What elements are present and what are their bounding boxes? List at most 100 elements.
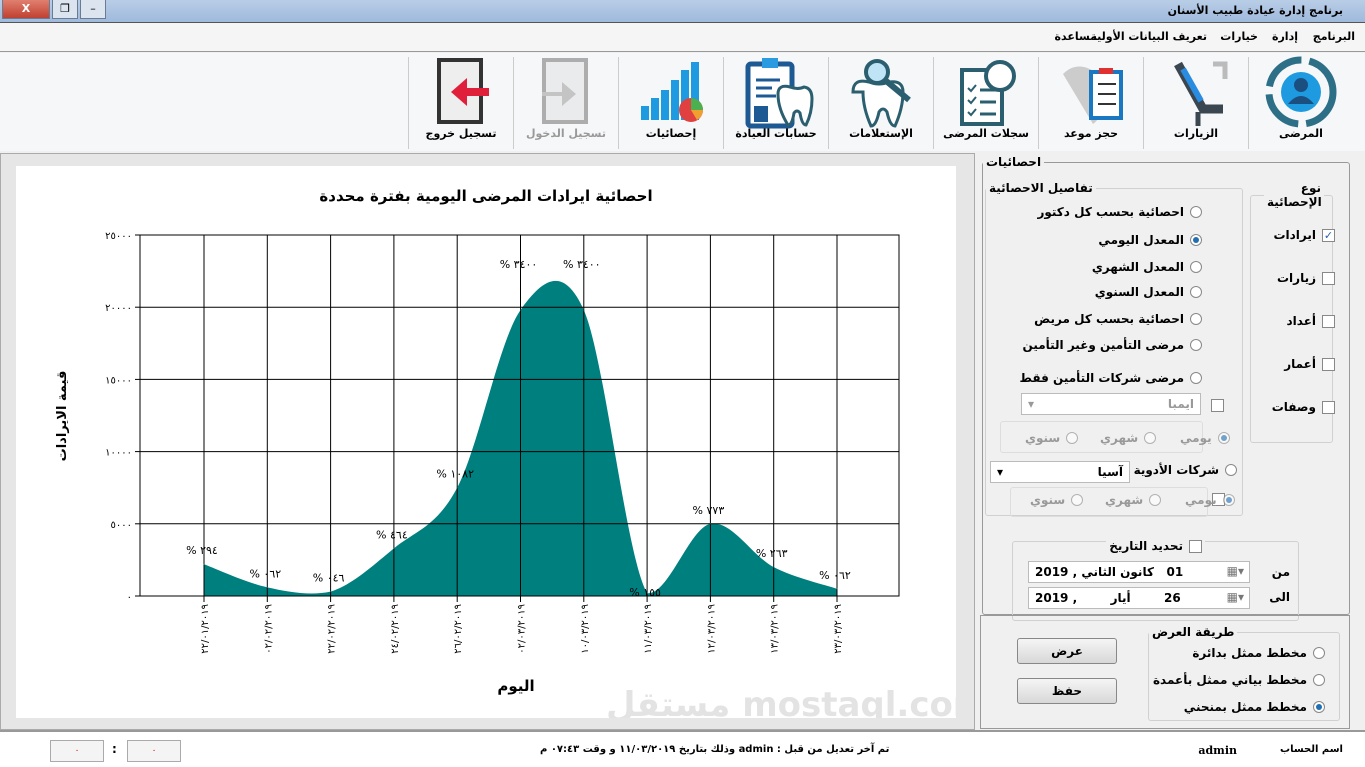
display-label: مخطط بياني ممثل بأعمدة (1152, 673, 1307, 687)
toolbar-button-patient-records[interactable]: سجلات المرضى (933, 57, 1038, 149)
stat-type-checkbox[interactable] (1322, 400, 1335, 414)
menu-admin[interactable]: إدارة (1272, 30, 1298, 43)
menu-initial-data[interactable]: تعريف البيانات الأولية (1091, 30, 1208, 43)
stat-detail-label: مرضى التأمين وغير التأمين (1022, 338, 1184, 352)
insurance-company-select[interactable]: ايمبا ▾ (1021, 393, 1201, 415)
stat-detail-radio[interactable] (1190, 261, 1202, 273)
stat-detail-radio[interactable] (1190, 206, 1202, 218)
stat-detail-radio[interactable] (1190, 234, 1202, 246)
toolbar-button-clinic-accounts[interactable]: حسابات العيادة (723, 57, 828, 149)
save-button[interactable]: حفظ (1017, 678, 1117, 704)
menu-program[interactable]: البرنامج (1313, 30, 1355, 43)
date-filter-toggle[interactable]: تحديد التاريخ (1106, 539, 1205, 553)
period-radio[interactable] (1071, 494, 1084, 506)
menu-help[interactable]: مساعدة (1055, 30, 1098, 43)
display-radio[interactable] (1313, 674, 1325, 686)
display-radio[interactable] (1313, 701, 1325, 713)
data-point (709, 523, 711, 525)
close-button[interactable]: X (2, 0, 50, 19)
period-option-2[interactable]: سنوي (1030, 493, 1084, 507)
toolbar-button-tooth-search[interactable]: الإستعلامات (828, 57, 933, 149)
toolbar: المرضى الزيارات حجز موعد سجلات المرضى الإستع… (0, 53, 1365, 151)
stat-type-label: وصفات (1271, 400, 1316, 414)
toolbar-button-logout[interactable]: تسجيل خروج (408, 57, 513, 149)
restore-button[interactable]: ❐ (52, 0, 78, 19)
to-label: الى (1269, 590, 1290, 604)
stat-type-checkbox[interactable] (1322, 357, 1335, 371)
date-filter-checkbox[interactable] (1189, 539, 1202, 553)
last-edit-info: تم آخر تعديل من قبل : admin وذلك بتاريخ … (540, 744, 890, 755)
patient-records-icon (946, 57, 1026, 127)
toolbar-button-patients[interactable]: المرضى (1248, 56, 1353, 149)
toolbar-button-login[interactable]: تسجيل الدخول (513, 57, 618, 149)
display-option[interactable]: مخطط بياني ممثل بأعمدة (1153, 673, 1325, 687)
minimize-button[interactable]: – (80, 0, 106, 19)
stat-detail-option[interactable]: احصائية بحسب كل مريض (1034, 312, 1202, 326)
show-button[interactable]: عرض (1017, 638, 1117, 664)
calendar-icon: ▦▾ (1226, 564, 1244, 578)
stat-detail-option[interactable]: مرضى التأمين وغير التأمين (1023, 338, 1202, 352)
period-radio[interactable] (1217, 432, 1230, 444)
title-bar: برنامج إدارة عيادة طبيب الأسنان X ❐ – (0, 0, 1365, 22)
revenue-chart: احصائية ايرادات المرضى اليومية بفترة محد… (55, 187, 988, 725)
toolbar-button-statistics[interactable]: إحصائيات (618, 57, 723, 149)
period-radio[interactable] (1144, 432, 1157, 444)
stat-detail-radio[interactable] (1190, 286, 1202, 298)
data-label: % ١٥٥ (629, 586, 661, 599)
stat-detail-option[interactable]: المعدل السنوي (1095, 285, 1202, 299)
stat-type-checkbox[interactable] (1322, 314, 1335, 328)
stat-detail-radio[interactable] (1190, 313, 1202, 325)
period-option-0[interactable]: يومي (1180, 431, 1230, 445)
period-option-2[interactable]: سنوي (1025, 431, 1079, 445)
chart-area: احصائية ايرادات المرضى اليومية بفترة محد… (16, 166, 988, 725)
stat-detail-option[interactable]: مرضى شركات التأمين فقط (1020, 371, 1202, 385)
period-option-0[interactable]: يومي (1185, 493, 1235, 507)
to-date-picker[interactable]: 26 أيار , 2019 ▦▾ (1028, 587, 1250, 609)
period-radio[interactable] (1222, 494, 1235, 506)
pharma-radio[interactable]: شركات الأدوية (1134, 463, 1237, 477)
pharma-radio-button[interactable] (1225, 464, 1237, 476)
stat-type-4[interactable]: وصفات (1272, 400, 1335, 414)
stat-detail-radio[interactable] (1190, 339, 1202, 351)
x-tick-label: ٢٢/٠١/٢٠١٩ (200, 604, 211, 654)
stat-type-0[interactable]: ✓ ايرادات (1273, 228, 1335, 242)
period-radio[interactable] (1066, 432, 1079, 444)
statistics-icon (631, 57, 711, 127)
stat-type-1[interactable]: زيارات (1277, 271, 1335, 285)
display-option[interactable]: مخطط ممثل بمنحني (1184, 700, 1325, 714)
stat-detail-option[interactable]: احصائية بحسب كل دكتور (1037, 205, 1202, 219)
stat-type-2[interactable]: أعداد (1286, 314, 1335, 328)
data-point (836, 588, 838, 590)
stat-type-3[interactable]: أعمار (1284, 357, 1335, 371)
period-option-1[interactable]: شهري (1105, 493, 1162, 507)
y-tick-label: ٢٠٠٠٠ (105, 303, 132, 314)
data-point (266, 586, 268, 588)
stat-detail-option[interactable]: المعدل الشهري (1092, 260, 1202, 274)
toolbar-button-dental-chair[interactable]: الزيارات (1143, 57, 1248, 149)
y-tick-label: ١٠٠٠٠ (105, 448, 132, 459)
period-label: شهري (1105, 493, 1144, 507)
stat-type-checkbox[interactable]: ✓ (1322, 228, 1335, 242)
stat-detail-radio[interactable] (1190, 372, 1202, 384)
x-tick-label: ٢٣/٠٣/٢٠١٩ (833, 604, 844, 654)
chart-panel: احصائية ايرادات المرضى اليومية بفترة محد… (0, 153, 988, 730)
data-point (203, 563, 205, 565)
toolbar-button-appointment[interactable]: حجز موعد (1038, 57, 1143, 149)
from-date-picker[interactable]: 01 كانون الثاني , 2019 ▦▾ (1028, 561, 1250, 583)
display-radio[interactable] (1313, 647, 1325, 659)
insurance-checkbox[interactable] (1211, 399, 1224, 412)
stat-type-checkbox[interactable] (1322, 271, 1335, 285)
pharma-company-select[interactable]: آسيا ▾ (990, 461, 1130, 483)
stat-detail-option[interactable]: المعدل اليومي (1098, 233, 1202, 247)
data-point (456, 487, 458, 489)
menu-options[interactable]: خيارات (1220, 30, 1258, 43)
period-radio[interactable] (1149, 494, 1162, 506)
from-label: من (1271, 565, 1290, 579)
menu-bar: البرنامج إدارة خيارات تعريف البيانات الأ… (0, 22, 1365, 52)
patients-icon (1261, 56, 1341, 128)
data-label: % ٠٦٢ (249, 567, 281, 580)
period-label: يومي (1180, 431, 1212, 445)
display-option[interactable]: مخطط ممثل بدائرة (1192, 646, 1325, 660)
status-bar: اسم الحساب admin تم آخر تعديل من قبل : a… (0, 730, 1365, 767)
period-option-1[interactable]: شهري (1100, 431, 1157, 445)
